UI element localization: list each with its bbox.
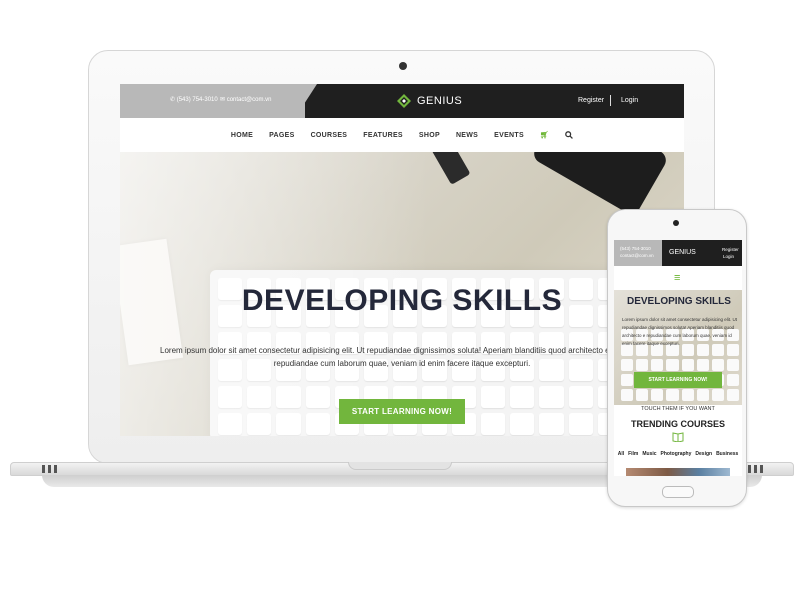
nav-events[interactable]: EVENTS [494, 132, 524, 139]
nav-shop[interactable]: SHOP [419, 132, 440, 139]
category-business[interactable]: Business [716, 451, 738, 457]
login-link[interactable]: Login [621, 97, 638, 104]
email-text: contact@com.vn [226, 97, 272, 103]
main-nav: HOME PAGES COURSES FEATURES SHOP NEWS EV… [120, 118, 684, 152]
start-learning-button[interactable]: START LEARNING NOW! [339, 399, 465, 424]
contact-email: ✉ contact@com.vn [220, 97, 272, 103]
topbar-separator [610, 95, 611, 106]
section-subtitle: TOUCH THEM IF YOU WANT [641, 406, 715, 412]
brand-name[interactable]: GENIUS [669, 249, 696, 256]
phone-number: ✆ (543) 754-3010 [170, 97, 218, 103]
category-film[interactable]: Film [628, 451, 638, 457]
login-link[interactable]: Login [723, 254, 734, 259]
laptop-camera [399, 62, 407, 70]
category-music[interactable]: Music [642, 451, 656, 457]
logo-icon[interactable] [397, 94, 411, 108]
nav-pages[interactable]: PAGES [269, 132, 295, 139]
laptop-opening-notch [348, 462, 452, 470]
register-link[interactable]: Register [578, 97, 604, 104]
course-thumbnail[interactable] [626, 468, 730, 476]
category-photography[interactable]: Photography [661, 451, 692, 457]
phone-top-bar: (543) 754-3010 contact@com.vn GENIUS Reg… [614, 240, 742, 266]
top-bar: ✆ (543) 754-3010 ✉ contact@com.vn GENIUS… [120, 84, 684, 118]
vent-icon [754, 465, 757, 473]
phone-camera [673, 220, 679, 226]
phone-number: (543) 754-3010 [620, 246, 651, 251]
hero-description: Lorem ipsum dolor sit amet consectetur a… [622, 317, 738, 346]
hero-description-line2: repudiandae cum laborum quae, veniam id … [273, 359, 531, 368]
vent-icon [760, 465, 763, 473]
category-all[interactable]: All [618, 451, 624, 457]
phone-screen: (543) 754-3010 contact@com.vn GENIUS Reg… [614, 240, 742, 476]
nav-news[interactable]: NEWS [456, 132, 478, 139]
book-icon [672, 432, 684, 442]
top-bar-divider [295, 84, 317, 118]
search-icon[interactable] [565, 131, 574, 139]
phone-text: (543) 754-3010 [176, 97, 218, 103]
register-link[interactable]: Register [722, 247, 739, 252]
vent-icon [42, 465, 45, 473]
category-filter: All Film Music Photography Design Busine… [614, 451, 742, 457]
nav-home[interactable]: HOME [231, 132, 253, 139]
nav-features[interactable]: FEATURES [363, 132, 403, 139]
hamburger-menu-icon[interactable]: ≡ [674, 273, 680, 284]
vent-icon [48, 465, 51, 473]
phone-hero-banner: DEVELOPING SKILLS Lorem ipsum dolor sit … [614, 290, 742, 405]
hero-headline: DEVELOPING SKILLS [241, 284, 563, 317]
contact-email: contact@com.vn [620, 253, 654, 258]
start-learning-button[interactable]: START LEARNING NOW! [634, 372, 722, 388]
hero-description-line1: Lorem ipsum dolor sit amet consectetur a… [160, 346, 610, 355]
brand-name[interactable]: GENIUS [417, 95, 462, 107]
hero-headline: DEVELOPING SKILLS [627, 296, 731, 307]
vent-icon [54, 465, 57, 473]
category-design[interactable]: Design [695, 451, 712, 457]
home-button[interactable] [662, 486, 694, 498]
section-title: TRENDING COURSES [630, 419, 725, 429]
cart-icon[interactable]: 🛒︎ [540, 131, 549, 139]
laptop-screen: ✆ (543) 754-3010 ✉ contact@com.vn GENIUS… [120, 84, 684, 436]
nav-courses[interactable]: COURSES [311, 132, 348, 139]
vent-icon [748, 465, 751, 473]
